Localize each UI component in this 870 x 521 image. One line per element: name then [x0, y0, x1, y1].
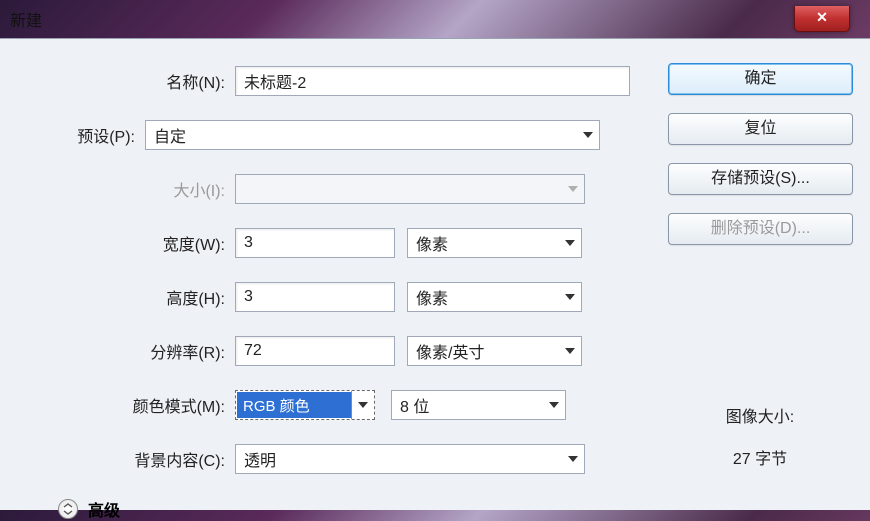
chevron-down-icon — [549, 402, 559, 408]
colormode-row: 颜色模式(M): RGB 颜色 8 位 — [20, 389, 650, 421]
chevron-down-icon — [565, 348, 575, 354]
width-unit-select[interactable]: 像素 — [407, 228, 582, 258]
preset-row: 预设(P): 自定 — [0, 119, 650, 151]
width-input[interactable]: 3 — [235, 228, 395, 258]
background-select[interactable]: 透明 — [235, 444, 585, 474]
form-area: 名称(N): 未标题-2 预设(P): 自定 大小(I): — [0, 39, 660, 510]
size-label: 大小(I): — [20, 177, 235, 201]
chevron-down-icon — [565, 294, 575, 300]
height-row: 高度(H): 3 像素 — [20, 281, 650, 313]
colormode-select[interactable]: RGB 颜色 — [235, 390, 375, 420]
image-size-label: 图像大小: — [668, 403, 852, 427]
name-row: 名称(N): 未标题-2 — [20, 65, 650, 97]
chevron-down-icon — [583, 132, 593, 138]
advanced-row[interactable]: ˇˆ 高级 — [58, 497, 650, 521]
ok-button[interactable]: 确定 — [668, 63, 853, 95]
close-button[interactable]: ✕ — [794, 6, 850, 32]
chevron-down-icon — [358, 402, 368, 408]
height-input[interactable]: 3 — [235, 282, 395, 312]
close-icon: ✕ — [816, 9, 828, 25]
preset-label: 预设(P): — [0, 123, 145, 147]
button-column: 确定 复位 存储预设(S)... 删除预设(D)... 图像大小: 27 字节 — [660, 39, 870, 510]
delete-preset-button: 删除预设(D)... — [668, 213, 853, 245]
advanced-toggle-icon — [58, 499, 78, 519]
background-label: 背景内容(C): — [20, 447, 235, 471]
resolution-row: 分辨率(R): 72 像素/英寸 — [20, 335, 650, 367]
window-title: 新建 — [10, 7, 42, 31]
bit-select[interactable]: 8 位 — [391, 390, 566, 420]
image-size-info: 图像大小: 27 字节 — [668, 403, 852, 469]
height-unit-select[interactable]: 像素 — [407, 282, 582, 312]
resolution-unit-select[interactable]: 像素/英寸 — [407, 336, 582, 366]
reset-button[interactable]: 复位 — [668, 113, 853, 145]
name-input[interactable]: 未标题-2 — [235, 66, 630, 96]
dialog-body: 名称(N): 未标题-2 预设(P): 自定 大小(I): — [0, 38, 870, 510]
width-label: 宽度(W): — [20, 231, 235, 255]
size-row: 大小(I): — [20, 173, 650, 205]
image-size-value: 27 字节 — [668, 445, 852, 469]
resolution-input[interactable]: 72 — [235, 336, 395, 366]
background-row: 背景内容(C): 透明 — [20, 443, 650, 475]
chevron-down-icon — [565, 240, 575, 246]
colormode-label: 颜色模式(M): — [20, 393, 235, 417]
chevron-down-icon — [568, 456, 578, 462]
height-label: 高度(H): — [20, 285, 235, 309]
size-select — [235, 174, 585, 204]
name-label: 名称(N): — [20, 69, 235, 93]
advanced-label: 高级 — [88, 497, 120, 521]
chevron-down-icon — [568, 186, 578, 192]
width-row: 宽度(W): 3 像素 — [20, 227, 650, 259]
preset-select[interactable]: 自定 — [145, 120, 600, 150]
resolution-label: 分辨率(R): — [20, 339, 235, 363]
title-bar: 新建 ✕ — [0, 0, 870, 38]
save-preset-button[interactable]: 存储预设(S)... — [668, 163, 853, 195]
